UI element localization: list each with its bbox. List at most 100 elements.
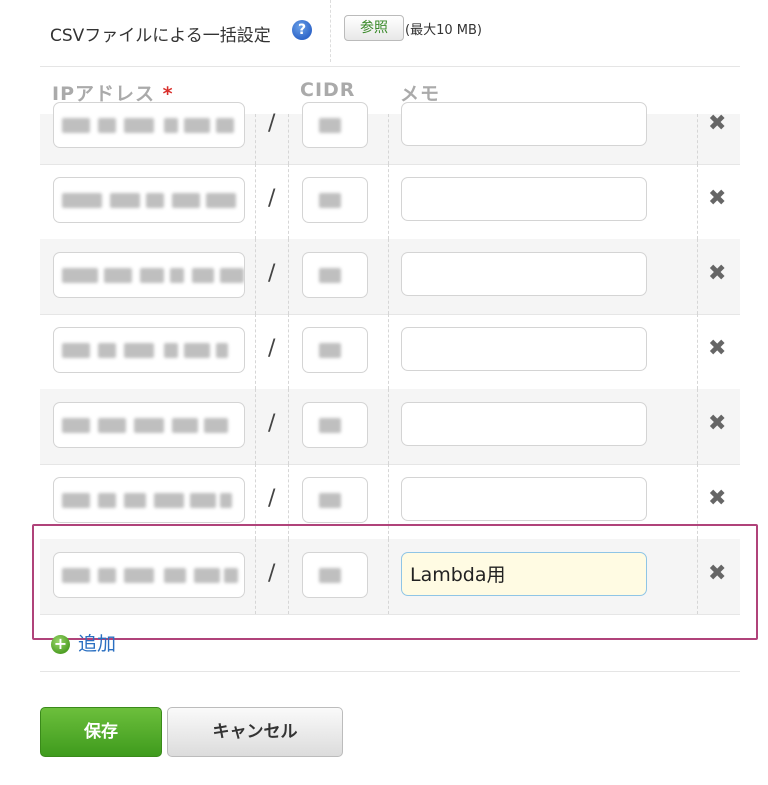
ip-address-input[interactable] (53, 102, 245, 148)
column-divider (255, 389, 256, 464)
redacted-text (98, 493, 116, 508)
redacted-text (319, 493, 341, 508)
table-row: / ✖ (40, 102, 740, 165)
redacted-text (184, 343, 210, 358)
redacted-text (98, 343, 116, 358)
redacted-text (190, 493, 216, 508)
redacted-text (164, 118, 178, 133)
redacted-text (62, 343, 90, 358)
column-divider (697, 314, 698, 389)
redacted-text (140, 268, 164, 283)
redacted-text (220, 493, 232, 508)
column-divider (697, 239, 698, 314)
delete-row-icon[interactable]: ✖ (708, 188, 726, 210)
redacted-text (124, 493, 146, 508)
redacted-text (192, 268, 214, 283)
cidr-input[interactable] (302, 177, 368, 223)
memo-input[interactable] (401, 402, 647, 446)
table-row: / ✖ (40, 164, 740, 240)
column-divider (255, 239, 256, 314)
column-divider (697, 114, 698, 164)
redacted-text (319, 418, 341, 433)
ip-address-input[interactable] (53, 402, 245, 448)
column-divider (255, 164, 256, 239)
redacted-text (98, 118, 116, 133)
delete-row-icon[interactable]: ✖ (708, 413, 726, 435)
table-row: / ✖ (40, 389, 740, 465)
column-divider (255, 114, 256, 164)
column-divider (330, 0, 331, 62)
memo-input[interactable] (401, 477, 647, 521)
column-divider (388, 239, 389, 314)
max-size-note: (最大10 MB) (405, 23, 482, 38)
redacted-text (319, 268, 341, 283)
slash-separator: / (268, 261, 276, 286)
column-divider (288, 114, 289, 164)
delete-row-icon[interactable]: ✖ (708, 338, 726, 360)
redacted-text (164, 343, 178, 358)
cidr-header: CIDR (300, 79, 356, 101)
cidr-input[interactable] (302, 252, 368, 298)
ip-address-input[interactable] (53, 327, 245, 373)
redacted-text (110, 193, 140, 208)
save-button[interactable]: 保存 (40, 707, 162, 757)
redacted-text (104, 268, 132, 283)
column-divider (697, 164, 698, 239)
redacted-text (62, 268, 98, 283)
column-divider (388, 389, 389, 464)
delete-row-icon[interactable]: ✖ (708, 263, 726, 285)
cidr-input[interactable] (302, 327, 368, 373)
redacted-text (62, 193, 102, 208)
redacted-text (124, 118, 154, 133)
redacted-text (184, 118, 210, 133)
column-divider (288, 389, 289, 464)
column-divider (388, 114, 389, 164)
redacted-text (172, 418, 198, 433)
redacted-text (204, 418, 228, 433)
slash-separator: / (268, 186, 276, 211)
delete-row-icon[interactable]: ✖ (708, 113, 726, 135)
column-divider (388, 314, 389, 389)
redacted-text (172, 193, 200, 208)
highlight-box (32, 524, 758, 640)
redacted-text (216, 118, 234, 133)
column-divider (288, 239, 289, 314)
redacted-text (62, 493, 90, 508)
column-divider (697, 389, 698, 464)
divider (40, 66, 740, 67)
slash-separator: / (268, 411, 276, 436)
slash-separator: / (268, 486, 276, 511)
redacted-text (216, 343, 228, 358)
redacted-text (134, 418, 164, 433)
redacted-text (124, 343, 154, 358)
add-icon[interactable]: + (51, 635, 70, 654)
cancel-button[interactable]: キャンセル (167, 707, 343, 757)
delete-row-icon[interactable]: ✖ (708, 488, 726, 510)
redacted-text (220, 268, 244, 283)
browse-button[interactable]: 参照 (344, 15, 404, 41)
redacted-text (319, 343, 341, 358)
memo-input[interactable] (401, 102, 647, 146)
ip-address-input[interactable] (53, 177, 245, 223)
column-divider (255, 314, 256, 389)
cidr-input[interactable] (302, 477, 368, 523)
table-row: / ✖ (40, 314, 740, 390)
ip-address-input[interactable] (53, 477, 245, 523)
redacted-text (206, 193, 236, 208)
column-divider (388, 164, 389, 239)
csv-import-row: CSVファイルによる一括設定 ? 参照 (最大10 MB) (0, 0, 768, 66)
column-divider (288, 314, 289, 389)
slash-separator: / (268, 336, 276, 361)
help-icon[interactable]: ? (292, 20, 312, 40)
ip-address-input[interactable] (53, 252, 245, 298)
add-link[interactable]: 追加 (78, 629, 116, 656)
redacted-text (62, 418, 90, 433)
csv-import-label: CSVファイルによる一括設定 (50, 26, 271, 46)
memo-input[interactable] (401, 177, 647, 221)
redacted-text (146, 193, 164, 208)
divider (40, 671, 740, 672)
memo-input[interactable] (401, 327, 647, 371)
cidr-input[interactable] (302, 102, 368, 148)
cidr-input[interactable] (302, 402, 368, 448)
memo-input[interactable] (401, 252, 647, 296)
